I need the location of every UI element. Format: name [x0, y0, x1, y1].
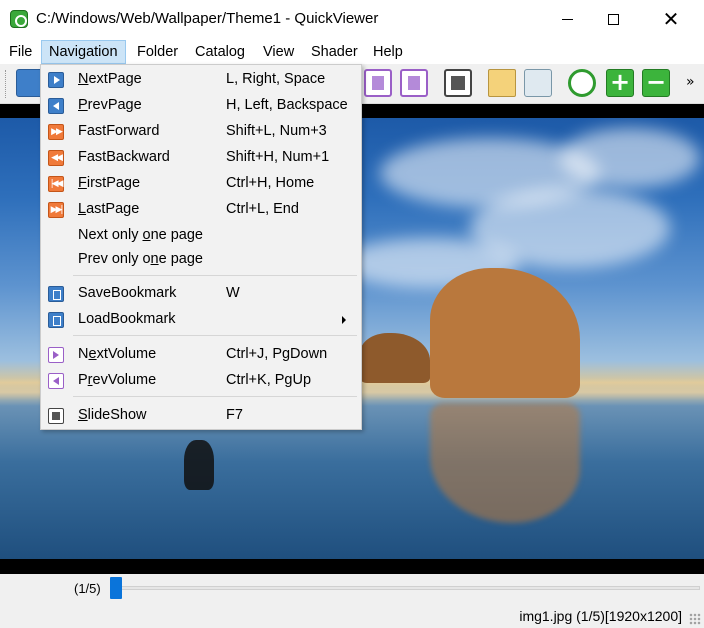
menu-item-fastforward[interactable]: ▶▶ FastForward Shift+L, Num+3	[42, 119, 360, 145]
maximize-button[interactable]	[590, 0, 636, 38]
menu-navigation[interactable]: Navigation	[41, 40, 126, 64]
shortcut-label: Shift+H, Num+1	[226, 149, 330, 165]
menu-bar: File Navigation Folder Catalog View Shad…	[0, 38, 704, 64]
slideshow-icon[interactable]	[444, 69, 472, 97]
shortcut-label: L, Right, Space	[226, 71, 326, 87]
menu-item-nextpage[interactable]: NextPage L, Right, Space	[42, 67, 360, 93]
prev-volume-icon[interactable]	[364, 69, 392, 97]
zoom-in-icon[interactable]: +	[606, 69, 634, 97]
menu-item-next-only-one-page[interactable]: Next only one page	[42, 223, 360, 249]
shortcut-label: W	[226, 285, 240, 301]
page-counter: (1/5)	[74, 581, 101, 596]
shortcut-label: Ctrl+L, End	[226, 201, 299, 217]
menu-item-prevvolume[interactable]: PrevVolume Ctrl+K, PgUp	[42, 368, 360, 394]
menu-item-lastpage[interactable]: ▶▶| LastPage Ctrl+L, End	[42, 197, 360, 223]
page-slider-thumb[interactable]	[110, 577, 122, 599]
zoom-out-icon[interactable]: −	[642, 69, 670, 97]
close-icon: ✕	[662, 7, 680, 31]
menu-item-nextvolume[interactable]: NextVolume Ctrl+J, PgDown	[42, 342, 360, 368]
submenu-arrow-icon	[342, 316, 346, 324]
bottom-bar: (1/5) img1.jpg (1/5)[1920x1200]	[0, 574, 704, 628]
menu-help[interactable]: Help	[366, 40, 410, 64]
navigation-menu: NextPage L, Right, Space PrevPage H, Lef…	[40, 64, 362, 430]
shortcut-label: Ctrl+J, PgDown	[226, 346, 328, 362]
toolbar-overflow-button[interactable]: »	[686, 74, 695, 90]
prev-volume-icon	[48, 373, 64, 389]
load-bookmark-icon	[48, 312, 64, 328]
resize-grip[interactable]	[689, 613, 701, 625]
menu-item-firstpage[interactable]: |◀◀ FirstPage Ctrl+H, Home	[42, 171, 360, 197]
menu-view[interactable]: View	[256, 40, 301, 64]
menu-folder[interactable]: Folder	[130, 40, 185, 64]
shortcut-label: Ctrl+K, PgUp	[226, 372, 312, 388]
person-silhouette	[184, 440, 214, 490]
next-volume-icon[interactable]	[400, 69, 428, 97]
next-volume-icon	[48, 347, 64, 363]
menu-item-slideshow[interactable]: SlideShow F7	[42, 403, 360, 429]
menu-separator	[73, 275, 357, 276]
menu-item-savebookmark[interactable]: SaveBookmark W	[42, 281, 360, 307]
last-page-icon: ▶▶|	[48, 202, 64, 218]
menu-item-loadbookmark[interactable]: LoadBookmark	[42, 307, 360, 333]
window-title: C:/Windows/Web/Wallpaper/Theme1 - QuickV…	[36, 10, 379, 27]
first-page-icon: |◀◀	[48, 176, 64, 192]
close-button[interactable]: ✕	[648, 0, 694, 38]
menu-catalog[interactable]: Catalog	[188, 40, 252, 64]
title-bar: C:/Windows/Web/Wallpaper/Theme1 - QuickV…	[0, 0, 704, 38]
next-page-icon	[48, 72, 64, 88]
folder-icon[interactable]	[488, 69, 516, 97]
menu-file[interactable]: File	[2, 40, 39, 64]
catalog-icon[interactable]	[524, 69, 552, 97]
fast-backward-icon: ◀◀	[48, 150, 64, 166]
slideshow-icon	[48, 408, 64, 424]
menu-shader[interactable]: Shader	[304, 40, 365, 64]
shortcut-label: Ctrl+H, Home	[226, 175, 315, 191]
prev-page-icon	[48, 98, 64, 114]
status-bar-text: img1.jpg (1/5)[1920x1200]	[519, 608, 682, 624]
save-bookmark-icon	[48, 286, 64, 302]
toolbar-grip[interactable]	[5, 70, 8, 98]
maximize-icon	[607, 13, 619, 25]
shortcut-label: H, Left, Backspace	[226, 97, 348, 113]
menu-item-fastbackward[interactable]: ◀◀ FastBackward Shift+H, Num+1	[42, 145, 360, 171]
minimize-icon	[561, 18, 573, 20]
shortcut-label: F7	[226, 407, 243, 423]
page-slider-track[interactable]	[110, 586, 700, 590]
menu-separator	[73, 396, 357, 397]
fast-forward-icon: ▶▶	[48, 124, 64, 140]
shortcut-label: Shift+L, Num+3	[226, 123, 327, 139]
menu-item-prevpage[interactable]: PrevPage H, Left, Backspace	[42, 93, 360, 119]
refresh-icon[interactable]	[568, 69, 596, 97]
menu-item-prev-only-one-page[interactable]: Prev only one page	[42, 247, 360, 273]
menu-separator	[73, 335, 357, 336]
minimize-button[interactable]	[544, 0, 590, 38]
app-icon	[10, 10, 28, 28]
